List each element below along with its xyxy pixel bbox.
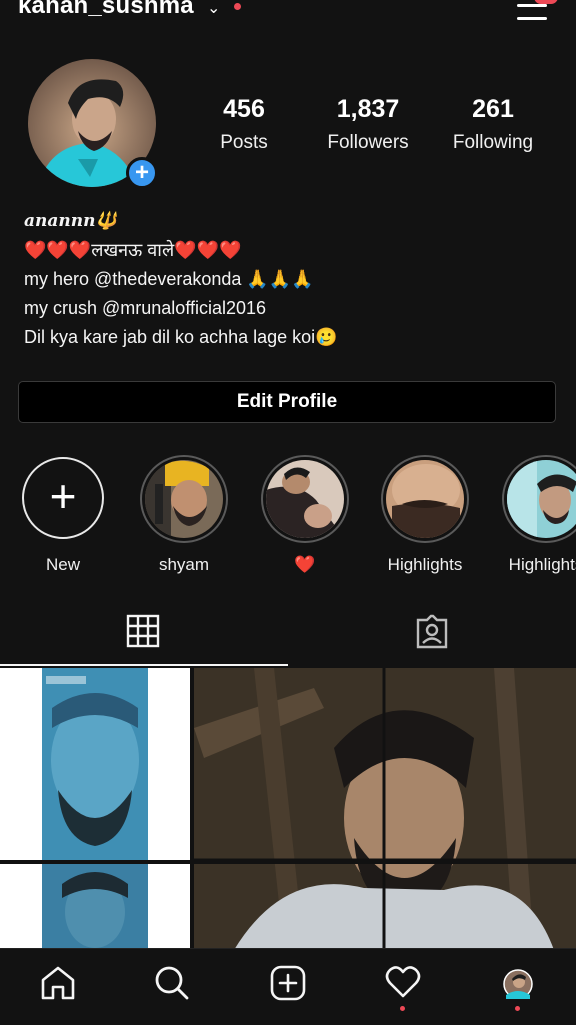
bio-line-1: ❤️❤️❤️लखनऊ वाले❤️❤️❤️ xyxy=(24,240,242,260)
bio-line-2[interactable]: my hero @thedeverakonda 🙏🙏🙏 xyxy=(24,265,564,294)
following-stat[interactable]: 261 Following xyxy=(428,95,558,154)
highlight-label: New xyxy=(45,555,80,574)
posts-stat[interactable]: 456 Posts xyxy=(179,95,309,154)
followers-label: Followers xyxy=(327,132,409,153)
tagged-icon[interactable] xyxy=(414,614,450,655)
grid-divider xyxy=(0,860,576,864)
posts-label: Posts xyxy=(220,132,268,153)
profile-avatar-icon[interactable] xyxy=(503,969,533,1004)
menu-notification-badge xyxy=(534,0,558,4)
bottom-navigation xyxy=(0,948,576,1025)
highlight-highlights-2[interactable]: Highlights xyxy=(496,455,576,575)
profile-notification-dot xyxy=(515,1006,520,1011)
highlight-label: ❤️ xyxy=(294,555,316,574)
edit-profile-button[interactable]: Edit Profile xyxy=(18,381,556,423)
highlight-thumbnail xyxy=(386,460,464,538)
post-thumbnail[interactable] xyxy=(0,864,190,950)
grid-divider xyxy=(190,668,194,950)
add-highlight-icon[interactable]: + xyxy=(22,457,104,539)
highlight-thumbnail xyxy=(507,460,576,538)
following-count: 261 xyxy=(472,95,514,123)
followers-count: 1,837 xyxy=(336,95,400,123)
username-title[interactable]: kanan_sushma xyxy=(18,0,194,20)
search-icon[interactable] xyxy=(154,965,190,1006)
profile-bio: anannn🔱 ❤️❤️❤️लखनऊ वाले❤️❤️❤️ my hero @t… xyxy=(24,207,564,352)
add-post-icon[interactable] xyxy=(270,965,306,1006)
highlight-label: Highlights xyxy=(387,555,463,574)
highlight-shyam[interactable]: shyam xyxy=(134,455,234,575)
active-tab-indicator xyxy=(0,664,288,666)
bio-name: anannn🔱 xyxy=(24,211,117,231)
highlight-highlights-1[interactable]: Highlights xyxy=(375,455,475,575)
activity-notification-dot xyxy=(400,1006,405,1011)
highlight-new[interactable]: + New xyxy=(13,455,113,575)
posts-grid xyxy=(0,668,576,950)
post-thumbnail[interactable] xyxy=(194,668,576,950)
highlight-label: shyam xyxy=(158,555,210,574)
heart-icon[interactable] xyxy=(385,965,421,1004)
bio-line-4: Dil kya kare jab dil ko achha lage koi🥲 xyxy=(24,327,338,347)
top-bar: kanan_sushma ⌄ xyxy=(0,0,576,30)
profile-tabs xyxy=(0,600,576,668)
post-thumbnail[interactable] xyxy=(0,668,190,860)
home-icon[interactable] xyxy=(40,965,76,1006)
bio-line-3[interactable]: my crush @mrunalofficial2016 xyxy=(24,294,564,323)
chevron-down-icon[interactable]: ⌄ xyxy=(207,0,220,18)
grid-icon[interactable] xyxy=(126,614,160,653)
plus-icon[interactable]: + xyxy=(126,157,158,189)
notification-dot xyxy=(234,3,241,10)
highlight-heart[interactable]: ❤️ xyxy=(255,455,355,575)
highlight-label: Highlights xyxy=(508,555,576,574)
followers-stat[interactable]: 1,837 Followers xyxy=(303,95,433,154)
following-label: Following xyxy=(452,132,534,153)
posts-count: 456 xyxy=(223,95,265,123)
highlight-thumbnail xyxy=(266,460,344,538)
highlight-thumbnail xyxy=(145,460,223,538)
